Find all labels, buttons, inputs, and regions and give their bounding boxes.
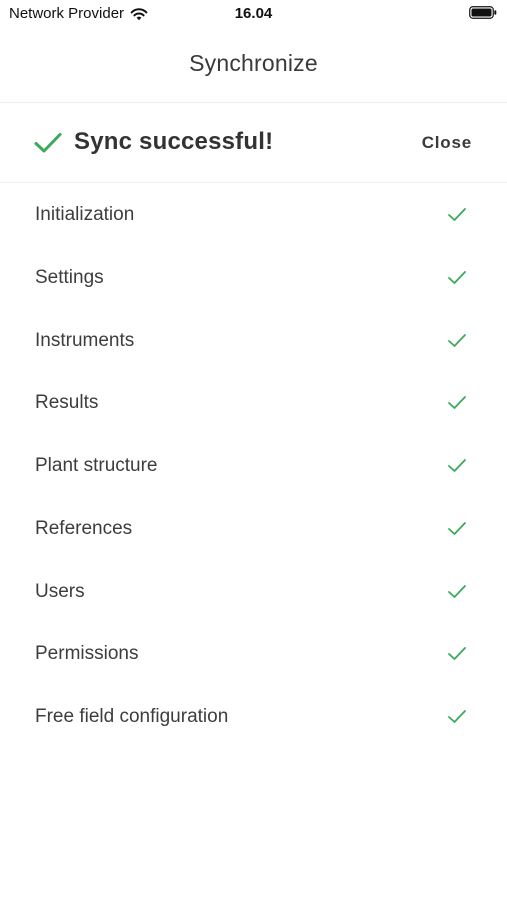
sync-step-label: References — [35, 517, 133, 539]
check-icon — [448, 333, 466, 347]
list-item: Permissions — [0, 622, 507, 685]
check-icon — [448, 584, 466, 598]
sync-step-label: Instruments — [35, 329, 135, 351]
list-item: Free field configuration — [0, 685, 507, 748]
battery-icon — [469, 6, 497, 19]
sync-step-label: Results — [35, 392, 99, 414]
sync-step-label: Plant structure — [35, 455, 158, 476]
list-item: Users — [0, 560, 507, 623]
list-item: Results — [0, 371, 507, 434]
list-item: Plant structure — [0, 434, 507, 497]
check-icon — [448, 396, 466, 410]
list-item: Settings — [0, 246, 507, 309]
status-bar: Network Provider 16.04 — [0, 0, 507, 28]
success-check-icon — [34, 133, 62, 153]
sync-result-header: Sync successful! Close — [0, 103, 507, 183]
close-button[interactable]: Close — [422, 133, 472, 153]
sync-step-label: Free field configuration — [35, 706, 229, 727]
navigation-bar: Synchronize — [0, 28, 507, 103]
sync-steps-list: Initialization Settings Instruments Resu… — [0, 183, 507, 748]
sync-step-label: Initialization — [35, 204, 135, 225]
check-icon — [448, 647, 466, 661]
check-icon — [448, 208, 466, 221]
sync-step-label: Settings — [35, 266, 104, 288]
clock: 16.04 — [234, 5, 273, 22]
sync-step-label: Users — [35, 580, 85, 602]
check-icon — [448, 459, 466, 472]
sync-status-title: Sync successful! — [74, 128, 274, 155]
check-icon — [448, 710, 466, 723]
list-item: Instruments — [0, 309, 507, 372]
check-icon — [448, 521, 466, 535]
check-icon — [448, 270, 466, 284]
list-item: References — [0, 497, 507, 560]
sync-step-label: Permissions — [35, 643, 139, 665]
list-item: Initialization — [0, 183, 507, 246]
page-title: Synchronize — [189, 50, 318, 76]
